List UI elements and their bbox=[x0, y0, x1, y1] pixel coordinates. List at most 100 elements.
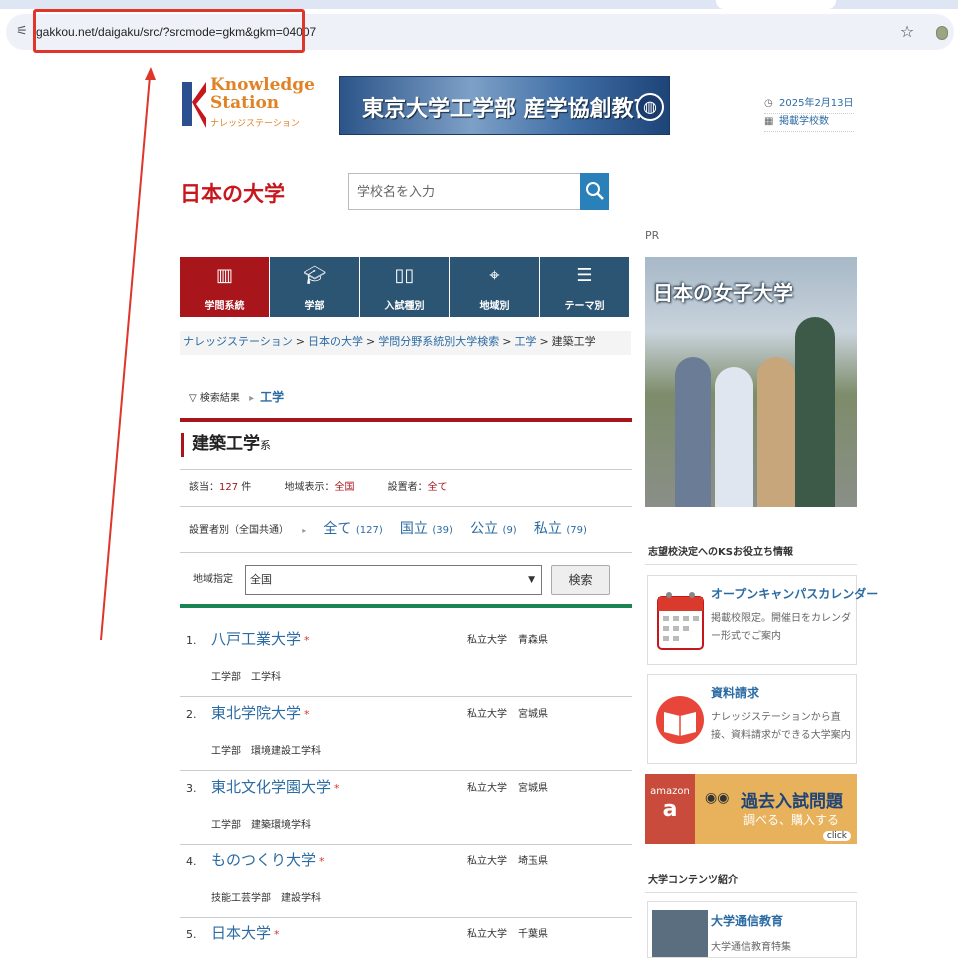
correspondence-course-card[interactable]: 大学通信教育 大学通信教育特集 bbox=[647, 901, 857, 958]
search-button[interactable] bbox=[580, 173, 609, 210]
amazon-logo: amazon a bbox=[645, 774, 695, 844]
browser-tab[interactable] bbox=[716, 0, 836, 9]
browser-tab-strip bbox=[0, 0, 958, 9]
filter-national[interactable]: 国立 (39) bbox=[400, 521, 453, 537]
filter-count: (127) bbox=[355, 525, 383, 536]
list-item: 4. ものつくり大学 * 私立大学 埼玉県 技能工芸学部 建設学科 bbox=[180, 844, 632, 918]
item-number: 2. bbox=[186, 708, 197, 721]
section-title: 志望校決定へのKSお役立ち情報 bbox=[648, 547, 793, 558]
university-department: 工学部 工学科 bbox=[211, 672, 281, 683]
section-title: 大学コンテンツ紹介 bbox=[648, 875, 738, 886]
university-prefecture: 青森県 bbox=[518, 635, 548, 646]
date-text: 2025年2月13日 bbox=[779, 98, 854, 109]
thumbnail-image bbox=[652, 910, 708, 957]
count-label: 該当： bbox=[189, 482, 219, 493]
womens-university-ad[interactable]: 日本の女子大学 bbox=[645, 257, 857, 507]
university-prefecture: 埼玉県 bbox=[518, 856, 548, 867]
divider bbox=[180, 506, 632, 507]
university-department: 工学部 建築環境学科 bbox=[211, 820, 311, 831]
ad-figure bbox=[715, 367, 753, 507]
university-name: 東北文化学園大学 bbox=[211, 778, 332, 796]
breadcrumb-link[interactable]: 工学 bbox=[514, 335, 536, 348]
mortarboard-icon: 🎓︎ bbox=[303, 265, 326, 286]
star-mark-icon: * bbox=[304, 708, 310, 721]
university-prefecture: 宮城県 bbox=[518, 709, 548, 720]
page-title: 建築工学系 bbox=[181, 433, 271, 457]
divider bbox=[180, 469, 632, 470]
site-logo[interactable]: Knowledge Station ナレッジステーション bbox=[180, 76, 315, 136]
list-item: 1. 八戸工業大学 * 私立大学 青森県 工学部 工学科 bbox=[180, 623, 632, 697]
tab-label: テーマ別 bbox=[564, 301, 605, 312]
tab-academic-field[interactable]: ▥ 学問系統 bbox=[180, 257, 269, 317]
filter-count: (39) bbox=[432, 525, 453, 536]
founder-label: 設置者： bbox=[387, 482, 428, 493]
university-type: 私立大学 bbox=[467, 635, 507, 646]
category-link[interactable]: 工学 bbox=[260, 390, 284, 404]
amazon-a: a bbox=[662, 797, 678, 822]
filter-name: 公立 bbox=[470, 521, 499, 537]
results-prefix: ▽ 検索結果 bbox=[189, 393, 240, 404]
card-title: 大学通信教育 bbox=[711, 914, 784, 928]
university-name: 日本大学 bbox=[211, 924, 272, 942]
past-exam-banner[interactable]: amazon a ◉◉ 過去入試問題 調べる、購入する click bbox=[645, 774, 857, 844]
breadcrumb-separator: > bbox=[295, 335, 305, 348]
listed-schools-link[interactable]: 掲載学校数 bbox=[779, 116, 829, 127]
breadcrumb: ナレッジステーション > 日本の大学 > 学問分野系統別大学検索 > 工学 > 建築工学 bbox=[180, 331, 631, 355]
ks-logo-icon bbox=[182, 82, 206, 128]
chart-icon: ▦ bbox=[764, 116, 774, 127]
university-name: 八戸工業大学 bbox=[211, 630, 302, 648]
site-settings-icon[interactable]: ⚟ bbox=[14, 24, 30, 40]
tab-label: 地域別 bbox=[479, 301, 510, 312]
university-link[interactable]: ものつくり大学 * bbox=[211, 849, 325, 870]
count-unit: 件 bbox=[241, 482, 252, 493]
profile-icon[interactable] bbox=[936, 26, 948, 40]
school-search-input[interactable] bbox=[348, 173, 581, 210]
university-link[interactable]: 東北学院大学 * bbox=[211, 702, 310, 723]
ad-figure bbox=[795, 317, 835, 507]
tab-exam-type[interactable]: ▯▯ 入試種別 bbox=[360, 257, 449, 317]
click-badge: click bbox=[822, 831, 851, 841]
region-search-button[interactable]: 検索 bbox=[551, 565, 610, 595]
university-prefecture: 宮城県 bbox=[518, 783, 548, 794]
university-name: 東北学院大学 bbox=[211, 704, 302, 722]
annotation-highlight-box bbox=[33, 9, 305, 53]
bookmark-star-icon[interactable]: ☆ bbox=[898, 22, 916, 42]
university-link[interactable]: 東北文化学園大学 * bbox=[211, 776, 340, 797]
university-link[interactable]: 八戸工業大学 * bbox=[211, 628, 310, 649]
logo-text-station: Station bbox=[210, 93, 280, 113]
list-item: 5. 日本大学 * 私立大学 千葉県 bbox=[180, 917, 632, 958]
region-display-value: 全国 bbox=[334, 482, 355, 493]
breadcrumb-link[interactable]: 日本の大学 bbox=[308, 335, 363, 348]
breadcrumb-link[interactable]: ナレッジステーション bbox=[183, 335, 293, 348]
tab-theme[interactable]: ☰ テーマ別 bbox=[540, 257, 629, 317]
card-title: 資料請求 bbox=[711, 686, 760, 700]
map-pin-icon: ⌖ bbox=[489, 265, 500, 286]
top-banner-ad[interactable]: 東京大学工学部 産学協創教育 ◍ bbox=[339, 76, 670, 135]
founder-filter: 設置者別（全国共通） ▸ 全て (127) 国立 (39) 公立 (9) 私立 … bbox=[189, 519, 587, 541]
card-title: オープンキャンパスカレンダー bbox=[711, 587, 879, 601]
tab-label: 入試種別 bbox=[384, 301, 425, 312]
open-campus-card[interactable]: オープンキャンパスカレンダー 掲載校限定。開催日をカレンダー形式でご案内 bbox=[647, 575, 878, 665]
site-title[interactable]: 日本の大学 bbox=[180, 178, 285, 208]
tab-faculty[interactable]: 🎓︎ 学部 bbox=[270, 257, 359, 317]
clock-icon: ◷ bbox=[764, 98, 773, 109]
filter-name: 国立 bbox=[399, 521, 428, 537]
filter-all[interactable]: 全て (127) bbox=[323, 521, 382, 537]
region-select[interactable]: 全国 ▼ bbox=[245, 565, 542, 595]
university-type: 私立大学 bbox=[467, 856, 507, 867]
category-nav: ▥ 学問系統 🎓︎ 学部 ▯▯ 入試種別 ⌖ 地域別 ☰ テーマ別 bbox=[180, 257, 629, 317]
dropdown-arrow-icon: ▼ bbox=[528, 575, 535, 585]
tab-region[interactable]: ⌖ 地域別 bbox=[450, 257, 539, 317]
filter-public[interactable]: 公立 (9) bbox=[470, 521, 517, 537]
brochure-request-card[interactable]: 資料請求 ナレッジステーションから直接、資料請求ができる大学案内 bbox=[647, 674, 857, 764]
filter-name: 私立 bbox=[533, 521, 562, 537]
filter-private[interactable]: 私立 (79) bbox=[534, 521, 587, 537]
university-type: 私立大学 bbox=[467, 929, 507, 940]
banner-text: 東京大学工学部 産学協創教育 bbox=[362, 97, 656, 122]
list-item: 3. 東北文化学園大学 * 私立大学 宮城県 工学部 建築環境学科 bbox=[180, 771, 632, 845]
founder-value: 全て bbox=[427, 482, 448, 493]
university-link[interactable]: 日本大学 * bbox=[211, 922, 280, 943]
listed-schools-row[interactable]: ▦ 掲載学校数 bbox=[764, 114, 854, 132]
region-display-label: 地域表示： bbox=[284, 482, 335, 493]
breadcrumb-link[interactable]: 学問分野系統別大学検索 bbox=[378, 335, 499, 348]
